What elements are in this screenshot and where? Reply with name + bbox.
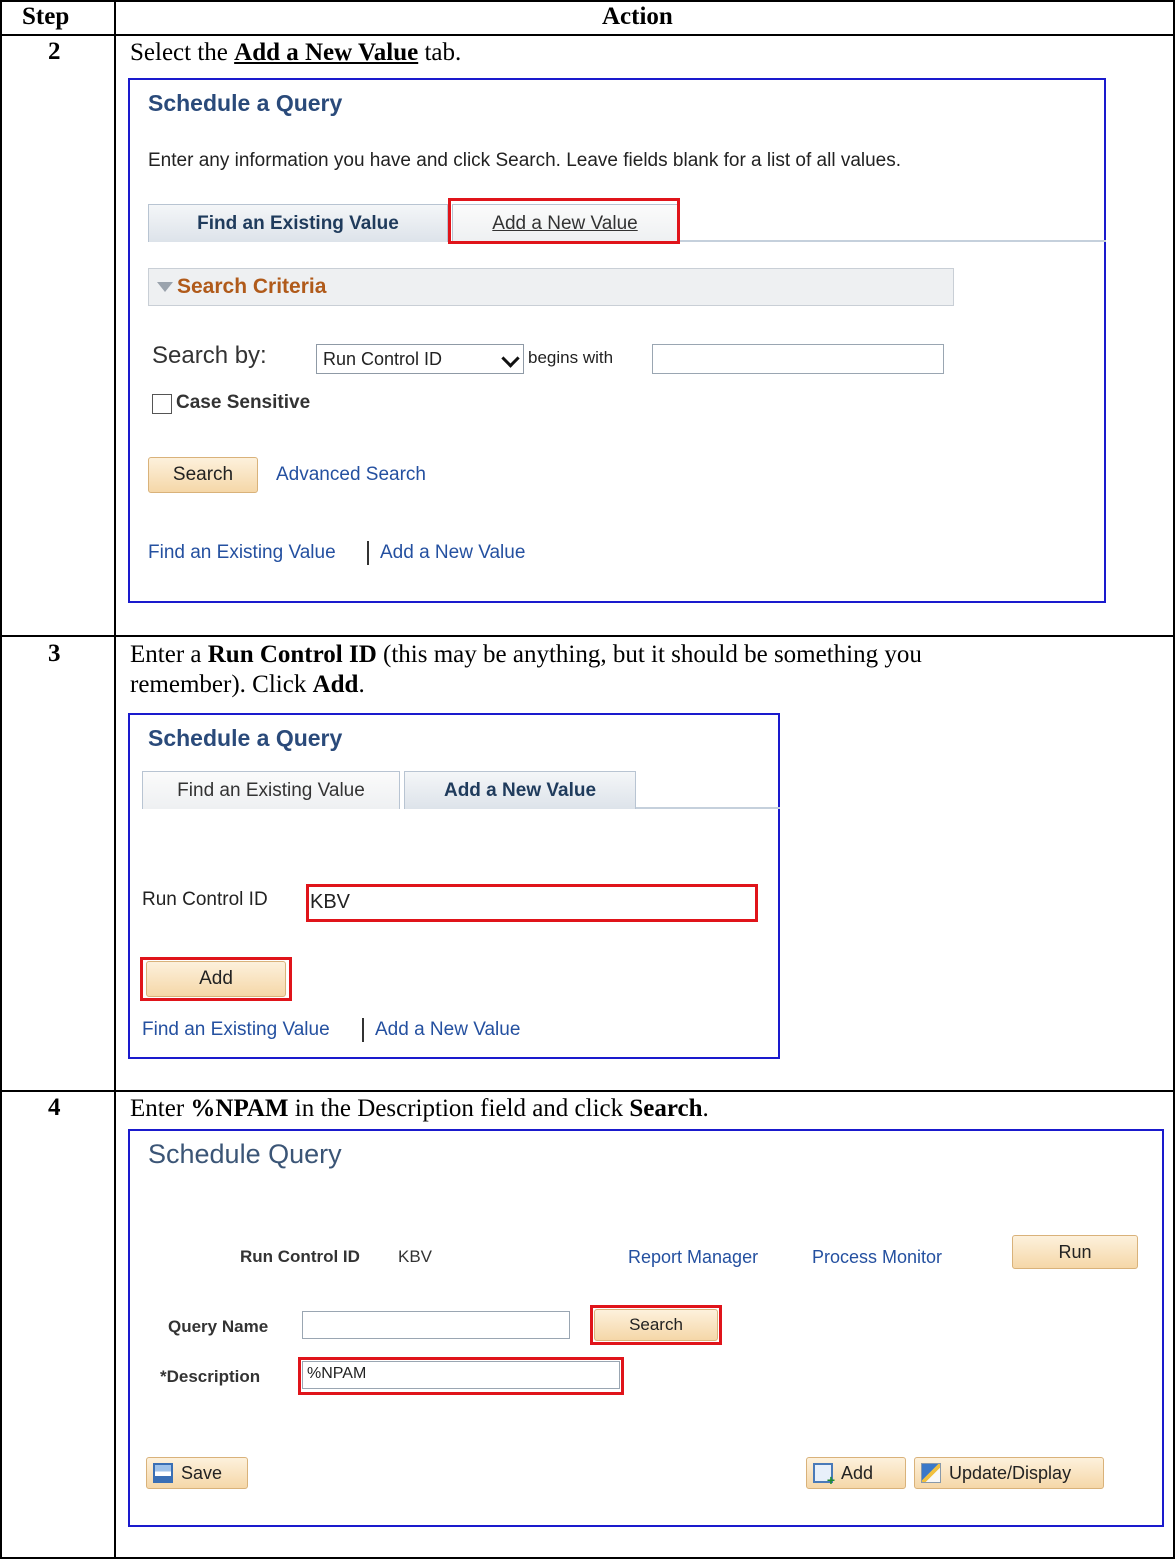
run-button[interactable]: Run bbox=[1012, 1235, 1138, 1269]
search-by-select[interactable]: Run Control ID bbox=[316, 344, 524, 374]
run-control-label: Run Control ID bbox=[142, 889, 268, 910]
collapse-triangle-icon bbox=[157, 282, 173, 292]
table-border-top bbox=[0, 0, 1175, 2]
report-manager-link[interactable]: Report Manager bbox=[628, 1247, 758, 1268]
step-number: 3 bbox=[48, 640, 61, 667]
footer-add-new-link[interactable]: Add a New Value bbox=[375, 1019, 520, 1041]
row-divider bbox=[0, 635, 1175, 637]
step-instruction: Enter a Run Control ID (this may be anyt… bbox=[130, 641, 922, 698]
instruction-table: Step Action 2 Select the Add a New Value… bbox=[0, 0, 1175, 1559]
step-instruction: Enter %NPAM in the Description field and… bbox=[130, 1095, 709, 1122]
search-button[interactable]: Search bbox=[148, 457, 258, 493]
tab-add-new-value[interactable]: Add a New Value bbox=[404, 771, 636, 809]
table-border-left bbox=[0, 0, 2, 1559]
page-title: Schedule a Query bbox=[148, 725, 343, 751]
run-control-label: Run Control ID bbox=[240, 1247, 360, 1266]
criteria-label: Search Criteria bbox=[177, 275, 327, 298]
search-value-input[interactable] bbox=[652, 344, 944, 374]
query-name-label: Query Name bbox=[168, 1317, 269, 1336]
help-text: Enter any information you have and click… bbox=[148, 150, 902, 171]
tab-baseline bbox=[678, 240, 1106, 242]
highlight-box bbox=[448, 198, 680, 244]
description-label: *Description bbox=[160, 1367, 261, 1386]
begins-with-label: begins with bbox=[528, 348, 614, 367]
tab-baseline bbox=[636, 807, 780, 809]
process-monitor-link[interactable]: Process Monitor bbox=[812, 1247, 942, 1268]
link-separator bbox=[367, 541, 369, 565]
case-sensitive-label: Case Sensitive bbox=[176, 392, 311, 413]
step-number: 4 bbox=[48, 1094, 61, 1121]
page-title: Schedule a Query bbox=[148, 90, 343, 116]
column-divider bbox=[114, 0, 116, 1559]
link-separator bbox=[362, 1018, 364, 1042]
save-label: Save bbox=[181, 1462, 223, 1483]
highlight-box bbox=[590, 1305, 722, 1345]
screenshot-add-page: Schedule a Query Find an Existing Value … bbox=[128, 713, 780, 1059]
screenshot-search-page: Schedule a Query Enter any information y… bbox=[128, 78, 1106, 603]
update-display-label: Update/Display bbox=[949, 1462, 1072, 1483]
tab-find-existing-value[interactable]: Find an Existing Value bbox=[142, 771, 400, 809]
highlight-box bbox=[298, 1357, 624, 1395]
add-label: Add bbox=[841, 1462, 874, 1483]
search-criteria-header[interactable]: Search Criteria bbox=[148, 268, 954, 306]
query-name-input[interactable] bbox=[302, 1311, 570, 1339]
highlight-box bbox=[140, 957, 292, 1001]
add-button[interactable]: + Add bbox=[806, 1457, 906, 1489]
update-display-button[interactable]: Update/Display bbox=[914, 1457, 1104, 1489]
chevron-down-icon bbox=[501, 349, 520, 368]
footer-find-existing-link[interactable]: Find an Existing Value bbox=[148, 542, 336, 564]
pencil-edit-icon bbox=[921, 1463, 941, 1483]
table-header-divider bbox=[0, 34, 1175, 36]
run-control-value: KBV bbox=[398, 1247, 433, 1266]
search-by-selected: Run Control ID bbox=[323, 348, 443, 369]
footer-add-new-link[interactable]: Add a New Value bbox=[380, 542, 525, 564]
footer-find-existing-link[interactable]: Find an Existing Value bbox=[142, 1019, 330, 1041]
header-action: Action bbox=[602, 3, 673, 30]
screenshot-schedule-query: Schedule Query Run Control ID KBV Report… bbox=[128, 1129, 1164, 1527]
page-title: Schedule Query bbox=[148, 1139, 342, 1169]
search-by-label: Search by: bbox=[152, 342, 267, 369]
step-number: 2 bbox=[48, 38, 61, 65]
advanced-search-link[interactable]: Advanced Search bbox=[276, 464, 426, 486]
floppy-disk-icon bbox=[153, 1463, 173, 1483]
tab-find-existing-value[interactable]: Find an Existing Value bbox=[148, 204, 448, 242]
add-page-icon: + bbox=[813, 1463, 835, 1487]
case-sensitive-checkbox[interactable] bbox=[152, 394, 172, 414]
step-instruction: Select the Add a New Value tab. bbox=[130, 39, 462, 66]
highlight-box bbox=[306, 884, 758, 922]
row-divider bbox=[0, 1090, 1175, 1092]
header-step: Step bbox=[22, 3, 70, 30]
save-button[interactable]: Save bbox=[146, 1457, 248, 1489]
